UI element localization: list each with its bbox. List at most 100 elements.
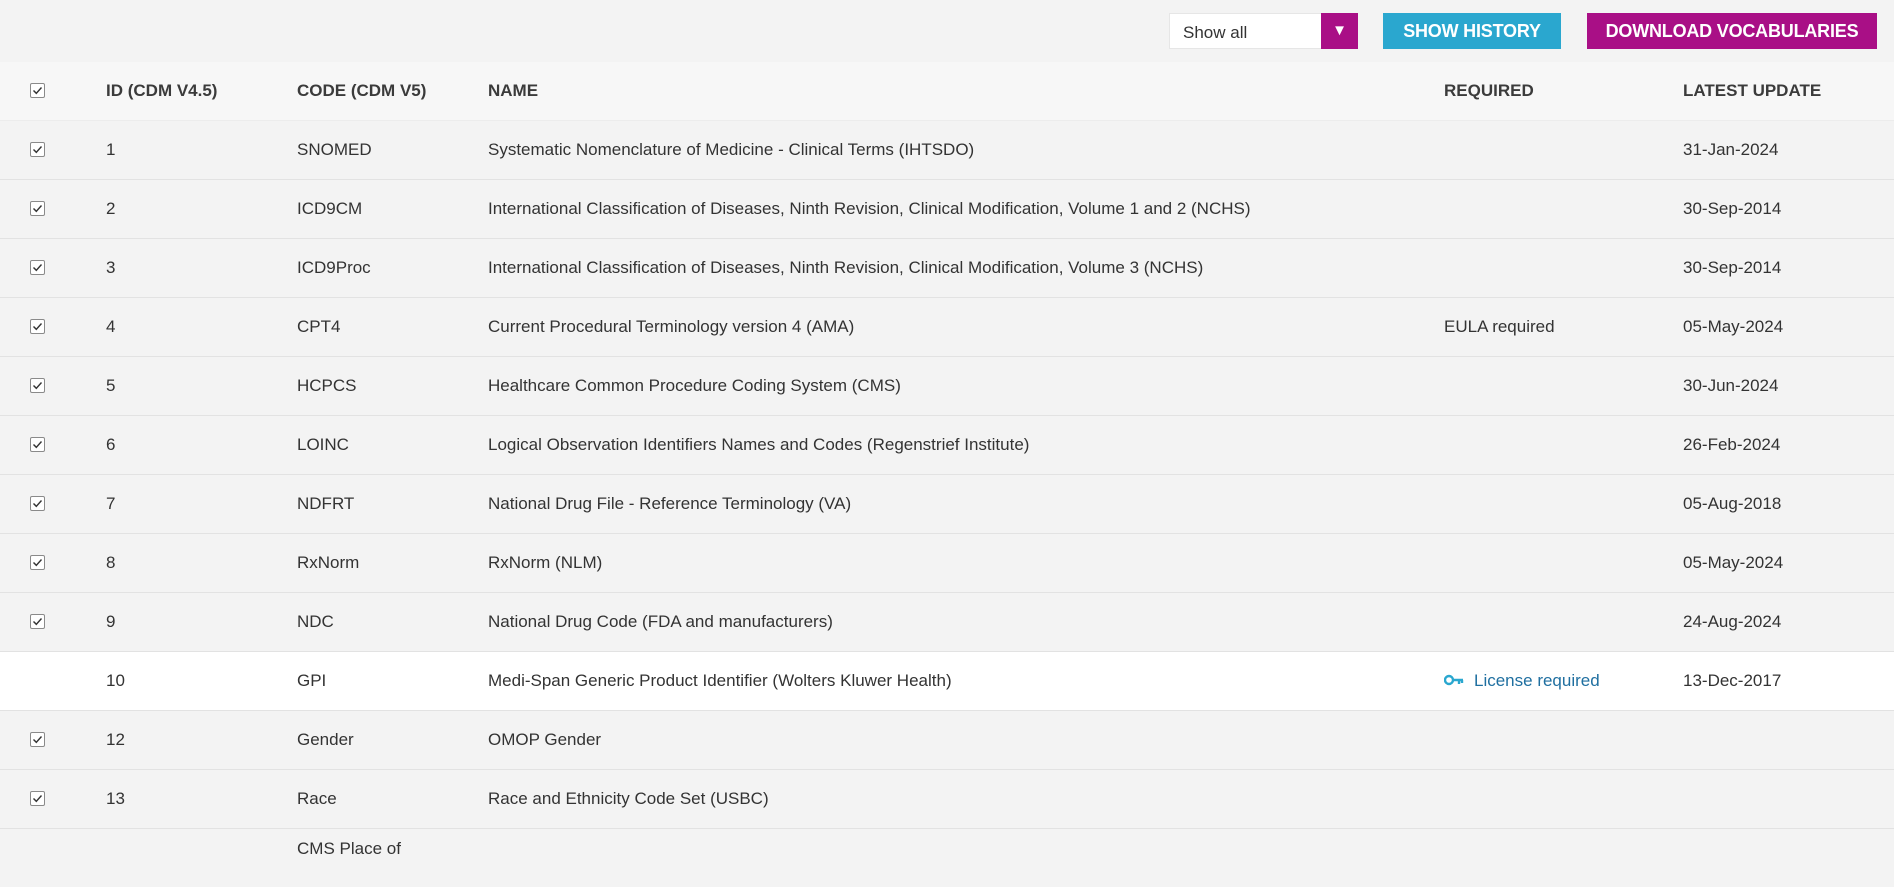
checkmark-icon bbox=[33, 146, 43, 154]
checkmark-icon bbox=[33, 205, 43, 213]
select-all-checkbox[interactable] bbox=[30, 83, 45, 98]
checkmark-icon bbox=[33, 382, 43, 390]
row-code: NDFRT bbox=[297, 494, 355, 513]
row-id: 7 bbox=[106, 494, 116, 513]
row-code: GPI bbox=[297, 671, 327, 690]
table-row[interactable]: 6 LOINC Logical Observation Identifiers Na… bbox=[0, 416, 1894, 475]
filter-select[interactable]: Show all ▼ bbox=[1169, 13, 1358, 49]
row-id: 10 bbox=[106, 671, 125, 690]
row-code: ICD9Proc bbox=[297, 258, 371, 277]
row-name: National Drug Code (FDA and manufacturer… bbox=[488, 612, 833, 631]
table-header: ID (CDM V4.5) CODE (CDM V5) NAME REQUIRE… bbox=[0, 62, 1894, 121]
row-id: 12 bbox=[106, 730, 125, 749]
row-name: RxNorm (NLM) bbox=[488, 553, 603, 572]
row-checkbox[interactable] bbox=[30, 378, 45, 393]
filter-select-value: Show all bbox=[1183, 23, 1248, 42]
checkmark-icon bbox=[33, 795, 43, 803]
row-checkbox[interactable] bbox=[30, 555, 45, 570]
checkmark-icon bbox=[33, 87, 43, 95]
row-latest-update: 05-May-2024 bbox=[1683, 553, 1784, 572]
table-row[interactable]: 8 RxNorm RxNorm (NLM) 05-May-2024 bbox=[0, 534, 1894, 593]
table-row-partial[interactable]: CMS Place of bbox=[0, 829, 1894, 887]
table-row[interactable]: 4 CPT4 Current Procedural Terminology vers… bbox=[0, 298, 1894, 357]
toolbar: Show all ▼ SHOW HISTORY DOWNLOAD VOCABUL… bbox=[0, 0, 1894, 62]
checkmark-icon bbox=[33, 441, 43, 449]
row-code: CMS Place of bbox=[297, 839, 401, 858]
checkmark-icon bbox=[33, 736, 43, 744]
row-latest-update: 26-Feb-2024 bbox=[1683, 435, 1781, 454]
row-id: 9 bbox=[106, 612, 116, 631]
table-row[interactable]: 12 Gender OMOP Gender bbox=[0, 711, 1894, 770]
row-name: Current Procedural Terminology version 4… bbox=[488, 317, 855, 336]
row-latest-update: 24-Aug-2024 bbox=[1683, 612, 1782, 631]
row-checkbox[interactable] bbox=[30, 260, 45, 275]
row-latest-update: 13-Dec-2017 bbox=[1683, 671, 1782, 690]
row-checkbox[interactable] bbox=[30, 142, 45, 157]
row-required: EULA required bbox=[1444, 317, 1555, 336]
vocabulary-table: ID (CDM V4.5) CODE (CDM V5) NAME REQUIRE… bbox=[0, 62, 1894, 887]
row-latest-update: 05-May-2024 bbox=[1683, 317, 1784, 336]
table-row[interactable]: 5 HCPCS Healthcare Common Procedure Coding… bbox=[0, 357, 1894, 416]
row-latest-update: 30-Sep-2014 bbox=[1683, 199, 1782, 218]
row-checkbox[interactable] bbox=[30, 791, 45, 806]
table-row[interactable]: 10 GPI Medi-Span Generic Product Identifie… bbox=[0, 652, 1894, 711]
row-name: Logical Observation Identifiers Names an… bbox=[488, 435, 1030, 454]
header-latest-update[interactable]: LATEST UPDATE bbox=[1683, 62, 1821, 120]
license-required-link[interactable]: License required bbox=[1444, 652, 1600, 710]
row-checkbox[interactable] bbox=[30, 496, 45, 511]
row-code: RxNorm bbox=[297, 553, 360, 572]
row-name: Race and Ethnicity Code Set (USBC) bbox=[488, 789, 769, 808]
row-checkbox[interactable] bbox=[30, 437, 45, 452]
table-row[interactable]: 9 NDC National Drug Code (FDA and manufact… bbox=[0, 593, 1894, 652]
row-id: 3 bbox=[106, 258, 116, 277]
row-code: ICD9CM bbox=[297, 199, 363, 218]
row-id: 2 bbox=[106, 199, 116, 218]
row-id: 6 bbox=[106, 435, 116, 454]
header-code[interactable]: CODE (CDM V5) bbox=[297, 62, 426, 120]
download-vocabularies-button[interactable]: DOWNLOAD VOCABULARIES bbox=[1587, 13, 1877, 49]
row-id: 8 bbox=[106, 553, 116, 572]
row-checkbox[interactable] bbox=[30, 201, 45, 216]
row-code: HCPCS bbox=[297, 376, 357, 395]
table-row[interactable]: 1 SNOMED Systematic Nomenclature of Medici… bbox=[0, 121, 1894, 180]
header-name[interactable]: NAME bbox=[488, 62, 538, 120]
row-latest-update: 30-Jun-2024 bbox=[1683, 376, 1779, 395]
row-latest-update: 30-Sep-2014 bbox=[1683, 258, 1782, 277]
row-code: CPT4 bbox=[297, 317, 341, 336]
table-row[interactable]: 7 NDFRT National Drug File - Reference Ter… bbox=[0, 475, 1894, 534]
row-latest-update: 31-Jan-2024 bbox=[1683, 140, 1779, 159]
chevron-down-icon[interactable]: ▼ bbox=[1321, 13, 1358, 49]
checkmark-icon bbox=[33, 264, 43, 272]
row-checkbox[interactable] bbox=[30, 614, 45, 629]
row-name: National Drug File - Reference Terminolo… bbox=[488, 494, 852, 513]
header-required[interactable]: REQUIRED bbox=[1444, 62, 1534, 120]
header-id[interactable]: ID (CDM V4.5) bbox=[106, 62, 217, 120]
row-id: 5 bbox=[106, 376, 116, 395]
row-code: Race bbox=[297, 789, 337, 808]
row-code: LOINC bbox=[297, 435, 349, 454]
table-row[interactable]: 13 Race Race and Ethnicity Code Set (USBC) bbox=[0, 770, 1894, 829]
row-name: Medi-Span Generic Product Identifier (Wo… bbox=[488, 671, 952, 690]
row-name: OMOP Gender bbox=[488, 730, 602, 749]
checkmark-icon bbox=[33, 559, 43, 567]
row-checkbox[interactable] bbox=[30, 319, 45, 334]
row-code: Gender bbox=[297, 730, 354, 749]
table-row[interactable]: 3 ICD9Proc International Classification of… bbox=[0, 239, 1894, 298]
row-name: Healthcare Common Procedure Coding Syste… bbox=[488, 376, 901, 395]
row-id: 13 bbox=[106, 789, 125, 808]
row-name: International Classification of Diseases… bbox=[488, 258, 1204, 277]
row-id: 1 bbox=[106, 140, 116, 159]
table-row[interactable]: 2 ICD9CM International Classification of D… bbox=[0, 180, 1894, 239]
show-history-button[interactable]: SHOW HISTORY bbox=[1383, 13, 1561, 49]
key-icon bbox=[1444, 674, 1464, 686]
row-checkbox[interactable] bbox=[30, 732, 45, 747]
checkmark-icon bbox=[33, 500, 43, 508]
row-code: NDC bbox=[297, 612, 334, 631]
row-code: SNOMED bbox=[297, 140, 372, 159]
row-latest-update: 05-Aug-2018 bbox=[1683, 494, 1782, 513]
checkmark-icon bbox=[33, 323, 43, 331]
row-name: Systematic Nomenclature of Medicine - Cl… bbox=[488, 140, 975, 159]
license-required-label: License required bbox=[1474, 671, 1600, 690]
row-id: 4 bbox=[106, 317, 116, 336]
row-name: International Classification of Diseases… bbox=[488, 199, 1251, 218]
